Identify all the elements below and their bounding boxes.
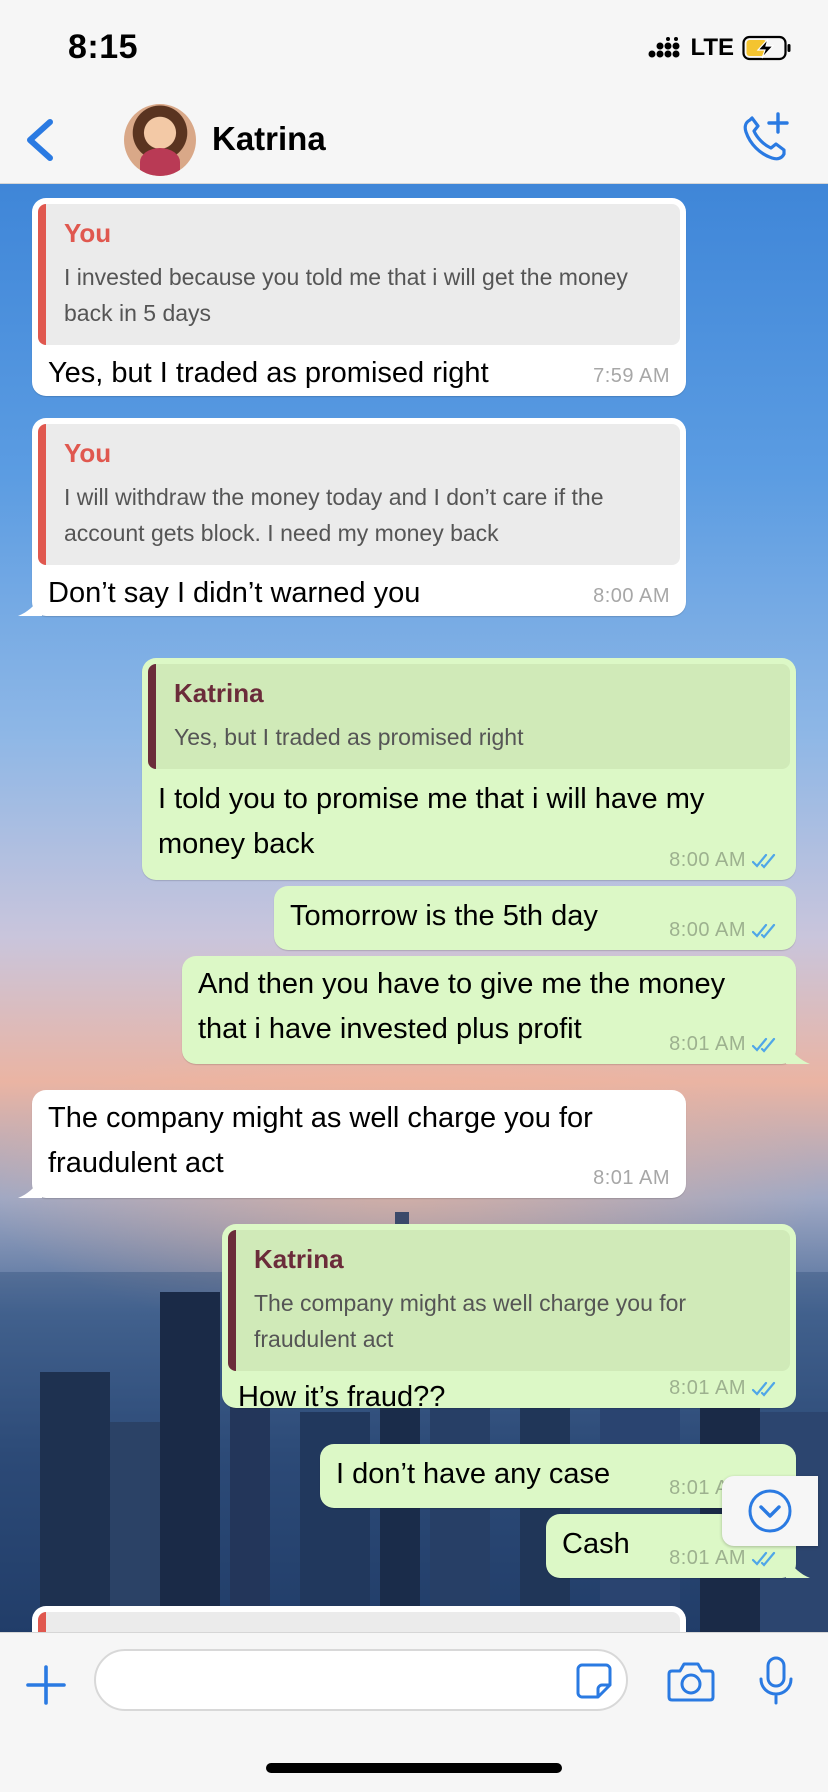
signal-icon <box>648 37 680 58</box>
message-text: Yes, but I traded as promised right <box>48 357 489 389</box>
quote-text: Yes, but I traded as promised right <box>174 724 524 750</box>
message-bubble-incoming[interactable]: The company might as well charge you for… <box>18 1090 686 1198</box>
bubble-tail <box>786 1558 810 1578</box>
read-receipt-icon <box>752 1037 776 1053</box>
status-bar: 8:15 LTE <box>0 0 828 96</box>
avatar[interactable] <box>124 104 196 176</box>
charging-battery-icon <box>742 35 791 61</box>
quoted-message[interactable] <box>38 1612 680 1632</box>
quoted-message[interactable]: Katrina The company might as well charge… <box>228 1230 790 1371</box>
quote-sender: You <box>64 438 112 468</box>
chat-area[interactable]: You I invested because you told me that … <box>0 184 828 1632</box>
message-bubble-outgoing[interactable]: Tomorrow is the 5th day 8:00 AM <box>274 886 796 950</box>
scroll-down-icon <box>748 1489 792 1533</box>
plus-icon[interactable] <box>24 1663 68 1707</box>
quote-text: The company might as well charge you for… <box>254 1290 687 1352</box>
message-time: 8:01 AM <box>593 1167 670 1189</box>
message-text: The company might as well charge you for… <box>48 1102 593 1179</box>
message-meta: 8:00 AM <box>593 585 670 608</box>
back-chevron-icon[interactable] <box>22 116 58 164</box>
message-meta: 8:01 AM <box>669 1377 780 1400</box>
composer-bar <box>0 1632 828 1792</box>
message-bubble-outgoing[interactable]: Katrina The company might as well charge… <box>222 1224 796 1413</box>
bubble-tail <box>18 1178 42 1198</box>
message-meta: 7:59 AM <box>593 365 670 388</box>
quoted-message[interactable]: Katrina Yes, but I traded as promised ri… <box>148 664 790 769</box>
chat-header: Katrina <box>0 96 828 184</box>
quote-text: I invested because you told me that i wi… <box>64 264 628 326</box>
bubble-tail <box>786 1044 810 1064</box>
quoted-message[interactable]: You I will withdraw the money today and … <box>38 424 680 565</box>
home-indicator <box>266 1763 562 1773</box>
message-meta: 8:01 AM <box>669 1547 780 1570</box>
quote-sender: You <box>64 218 112 248</box>
network-type: LTE <box>690 34 734 61</box>
mic-icon[interactable] <box>756 1655 796 1707</box>
quote-sender: Katrina <box>254 1244 344 1274</box>
quote-text: I will withdraw the money today and I do… <box>64 484 604 546</box>
message-meta: 8:01 AM <box>593 1167 670 1190</box>
message-bubble-outgoing[interactable]: And then you have to give me the money t… <box>182 956 810 1064</box>
status-indicators: LTE <box>648 34 792 62</box>
message-text: Don’t say I didn’t warned you <box>48 577 421 609</box>
message-time: 8:00 AM <box>669 919 746 941</box>
message-meta: 8:01 AM <box>669 1033 780 1056</box>
quoted-message[interactable]: You I invested because you told me that … <box>38 204 680 345</box>
message-time: 8:00 AM <box>669 849 746 871</box>
scroll-to-bottom-button[interactable] <box>722 1476 818 1546</box>
message-meta: 8:00 AM <box>669 919 780 942</box>
message-bubble-outgoing[interactable]: Katrina Yes, but I traded as promised ri… <box>142 658 796 880</box>
status-time: 8:15 <box>68 28 139 66</box>
message-time: 7:59 AM <box>593 365 670 387</box>
message-input[interactable] <box>94 1649 628 1711</box>
message-time: 8:01 AM <box>669 1377 746 1399</box>
read-receipt-icon <box>752 853 776 869</box>
message-time: 8:01 AM <box>669 1547 746 1569</box>
quote-sender: Katrina <box>174 678 264 708</box>
read-receipt-icon <box>752 923 776 939</box>
add-call-icon[interactable] <box>740 110 790 162</box>
camera-icon[interactable] <box>666 1659 716 1703</box>
message-bubble-incoming[interactable] <box>32 1606 686 1632</box>
message-time: 8:01 AM <box>669 1033 746 1055</box>
bubble-tail <box>18 596 42 616</box>
read-receipt-icon <box>752 1551 776 1567</box>
message-meta: 8:00 AM <box>669 849 780 872</box>
contact-name[interactable]: Katrina <box>212 120 326 158</box>
message-time: 8:00 AM <box>593 585 670 607</box>
read-receipt-icon <box>752 1381 776 1397</box>
sticker-icon[interactable] <box>574 1661 614 1701</box>
message-bubble-incoming[interactable]: You I invested because you told me that … <box>32 198 686 396</box>
message-bubble-incoming[interactable]: You I will withdraw the money today and … <box>18 418 686 616</box>
